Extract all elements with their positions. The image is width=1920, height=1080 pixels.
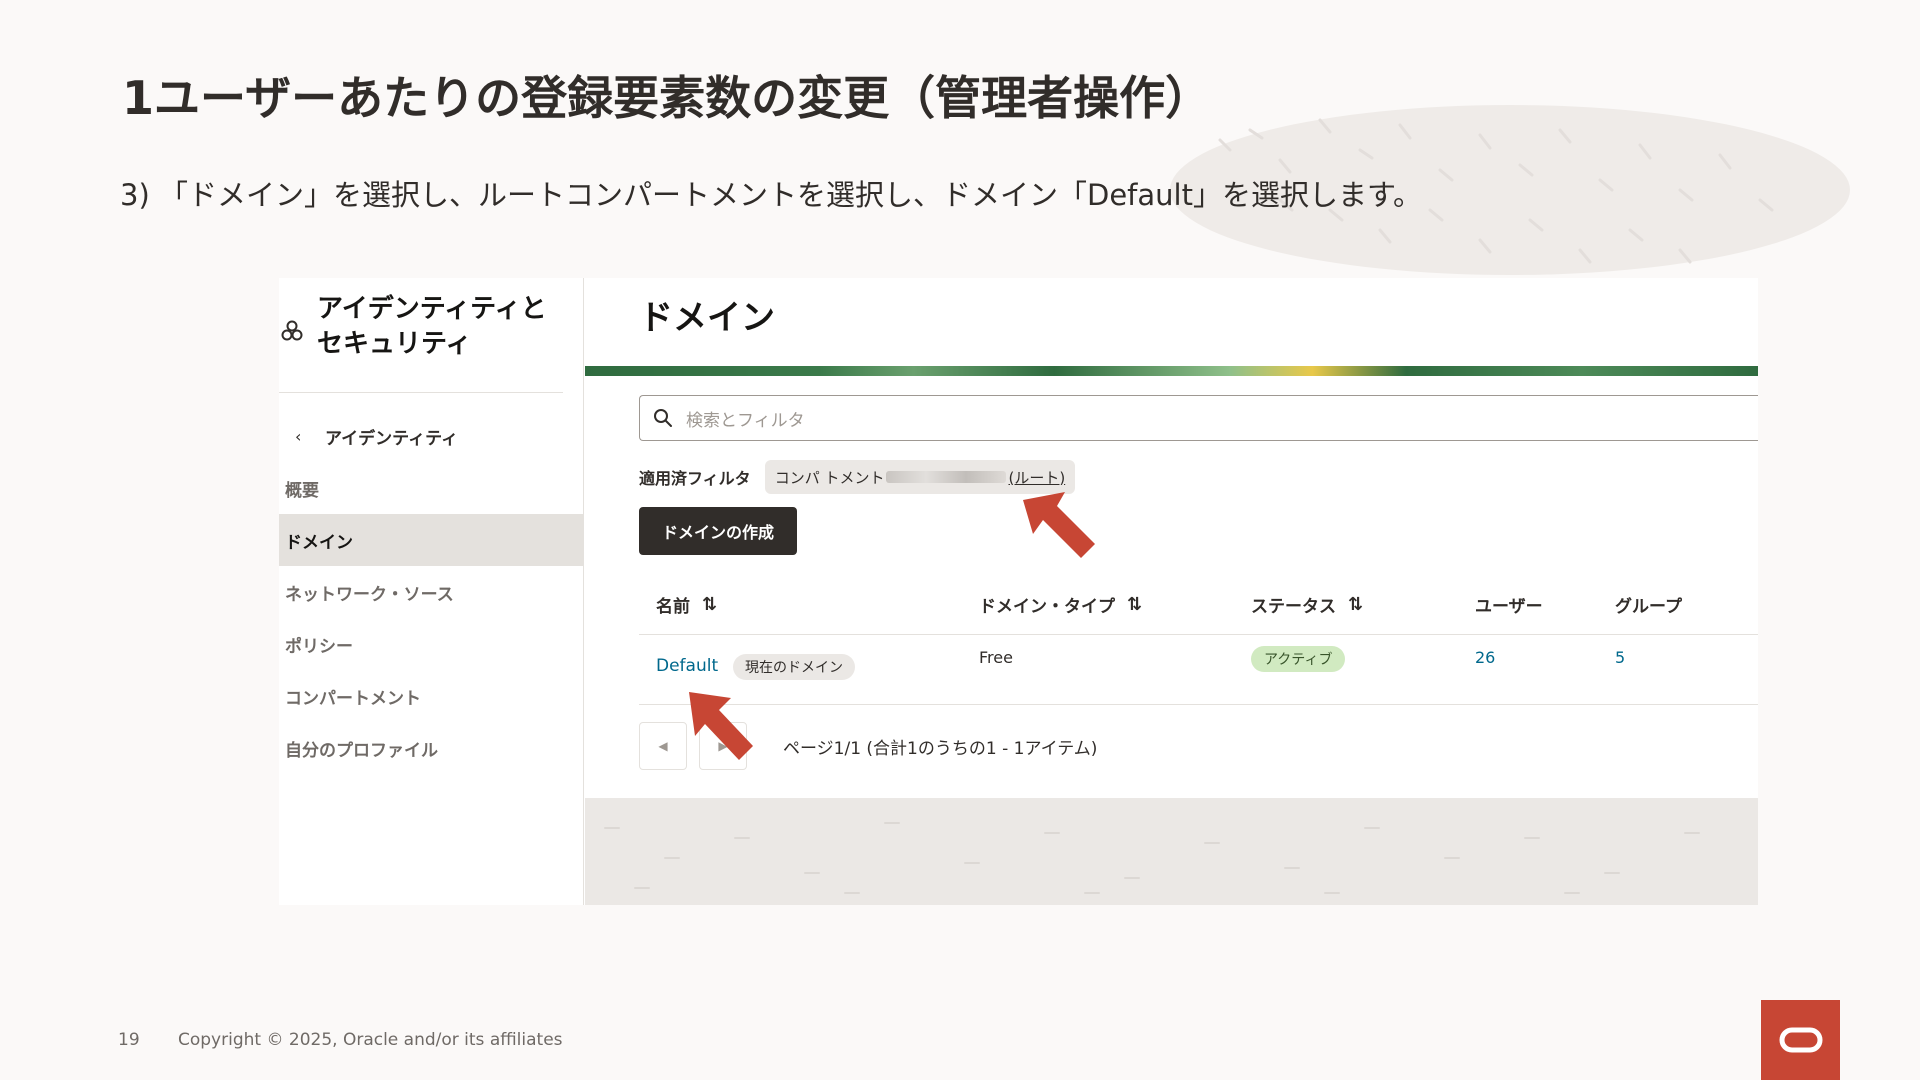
sort-icon: ⇅ [1127, 594, 1143, 615]
col-header-users: ユーザー [1475, 597, 1543, 617]
sidebar-item-overview[interactable]: 概要 [279, 462, 584, 514]
applied-filters-label: 適用済フィルタ [639, 469, 751, 488]
footer-texture-pattern [604, 822, 1700, 894]
oracle-logo-icon [1779, 1027, 1822, 1053]
col-header-name[interactable]: 名前 ⇅ [656, 592, 717, 617]
sidebar-item-policies[interactable]: ポリシー [279, 618, 584, 670]
pagination-text: ページ1/1 (合計1のうちの1 - 1アイテム) [783, 738, 1098, 759]
compartment-filter-chip[interactable]: コンパ トメント (ルート) [764, 460, 1076, 494]
col-header-groups: グループ [1615, 597, 1682, 617]
status-badge: アクティブ [1251, 646, 1346, 672]
groups-count-link[interactable]: 5 [1615, 648, 1625, 667]
filter-chip-prefix: コンパ トメント [774, 468, 885, 487]
chevron-left-icon: ‹ [295, 426, 302, 446]
search-input[interactable]: 検索とフィルタ [639, 395, 1758, 441]
decorative-banner [585, 366, 1758, 376]
slide-title: 1ユーザーあたりの登録要素数の変更（管理者操作） [122, 71, 1212, 125]
col-header-status[interactable]: ステータス ⇅ [1251, 592, 1363, 617]
sidebar-item-compartments[interactable]: コンパートメント [279, 670, 584, 722]
search-placeholder: 検索とフィルタ [686, 410, 805, 431]
console-screenshot: アイデンティティと セキュリティ ‹ アイデンティティ 概要 ドメイン ネットワ… [279, 278, 1758, 905]
current-domain-badge: 現在のドメイン [733, 654, 855, 680]
prev-page-button[interactable]: ◀ [639, 722, 687, 770]
page-title: ドメイン [639, 298, 775, 338]
slide-subtitle: 3) 「ドメイン」を選択し、ルートコンパートメントを選択し、ドメイン「Defau… [120, 178, 1423, 212]
sidebar-item-network-sources[interactable]: ネットワーク・ソース [279, 566, 584, 618]
oracle-logo [1761, 1000, 1840, 1080]
sidebar-item-domains[interactable]: ドメイン [279, 514, 584, 566]
create-domain-button[interactable]: ドメインの作成 [639, 507, 797, 555]
sidebar-back-label: アイデンティティ [325, 428, 459, 449]
callout-arrow-default-icon [689, 692, 753, 760]
sidebar-back-link[interactable]: ‹ アイデンティティ [295, 424, 459, 449]
page-number: 19 [118, 1030, 140, 1050]
copyright: Copyright © 2025, Oracle and/or its affi… [178, 1030, 563, 1050]
domain-link-default[interactable]: Default [656, 656, 718, 676]
table-row-divider [639, 704, 1758, 705]
users-count-link[interactable]: 26 [1475, 648, 1495, 667]
table-header-divider [639, 634, 1758, 635]
identity-security-icon [281, 320, 303, 341]
sidebar-item-my-profile[interactable]: 自分のプロファイル [279, 722, 584, 774]
filter-chip-suffix: (ルート) [1008, 468, 1066, 487]
domain-type-cell: Free [979, 648, 1013, 667]
sidebar-title: アイデンティティと セキュリティ [317, 294, 547, 359]
redacted-compartment-name [886, 471, 1007, 483]
sidebar-divider [279, 392, 563, 393]
col-header-domain-type[interactable]: ドメイン・タイプ ⇅ [979, 592, 1142, 617]
search-icon [654, 409, 672, 427]
applied-filters: 適用済フィルタ コンパ トメント (ルート) [639, 460, 1076, 494]
decorative-footer-texture [585, 798, 1758, 905]
sort-icon: ⇅ [702, 594, 718, 615]
caret-left-icon: ◀ [658, 739, 668, 753]
sort-icon: ⇅ [1348, 594, 1364, 615]
callout-arrow-filter-icon [1023, 492, 1095, 558]
sidebar: アイデンティティと セキュリティ ‹ アイデンティティ 概要 ドメイン ネットワ… [279, 278, 584, 905]
